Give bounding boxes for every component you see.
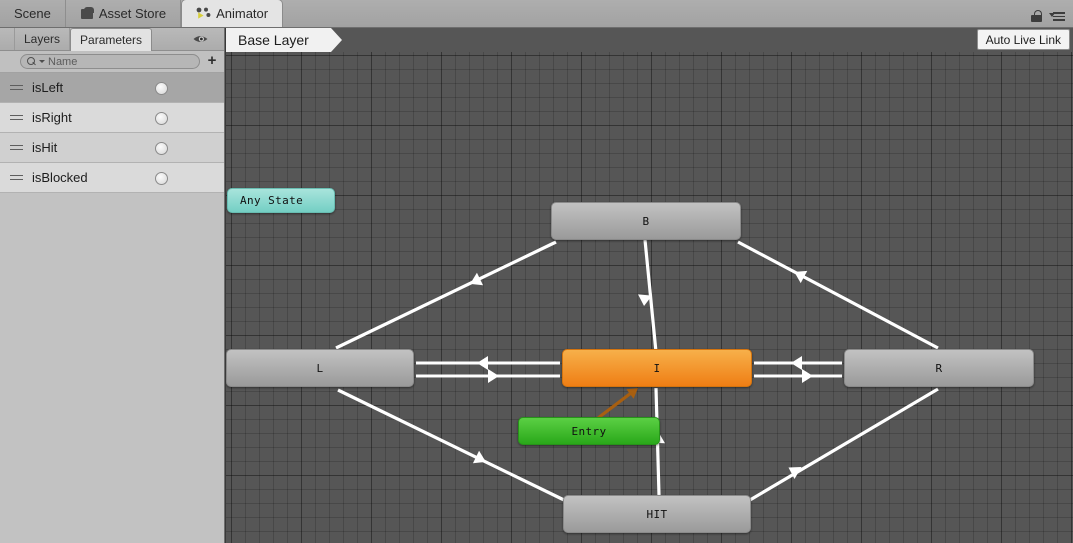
animator-graph-view[interactable]: Base Layer Auto Live Link Any State B L …	[226, 28, 1073, 543]
transition-l-to-hit[interactable]	[337, 388, 565, 502]
tab-asset-store[interactable]: Asset Store	[66, 0, 182, 27]
add-parameter-button[interactable]: +	[204, 53, 220, 70]
asset-store-icon	[80, 7, 94, 20]
state-label: R	[935, 361, 943, 375]
transition-l-to-b[interactable]	[335, 240, 557, 350]
drag-handle-icon[interactable]	[10, 144, 23, 152]
state-node-i[interactable]: I	[562, 349, 752, 387]
transition-l-to-i[interactable]	[416, 356, 560, 370]
scene-tab-label: Scene	[14, 6, 51, 21]
parameter-name: isBlocked	[32, 170, 88, 185]
state-node-hit[interactable]: HIT	[563, 495, 751, 533]
transition-r-to-i[interactable]	[754, 356, 842, 370]
state-node-r[interactable]: R	[844, 349, 1034, 387]
parameter-search-row: Name +	[0, 51, 224, 73]
auto-live-link-label: Auto Live Link	[985, 32, 1061, 47]
trigger-toggle-isright[interactable]	[155, 112, 168, 125]
parameter-row-isleft[interactable]: isLeft	[0, 73, 224, 103]
state-node-b[interactable]: B	[551, 202, 741, 240]
tab-scene[interactable]: Scene	[0, 0, 66, 27]
state-node-entry[interactable]: Entry	[518, 417, 660, 445]
animator-tab-label: Animator	[216, 6, 269, 21]
search-input[interactable]: Name	[20, 54, 200, 69]
state-label: Any State	[240, 194, 304, 207]
drag-handle-icon[interactable]	[10, 114, 23, 122]
drag-handle-icon[interactable]	[10, 84, 23, 92]
parameter-row-isblocked[interactable]: isBlocked	[0, 163, 224, 193]
transition-entry-to-i[interactable]	[597, 383, 642, 420]
breadcrumb-label: Base Layer	[238, 32, 309, 48]
transition-b-to-i[interactable]	[637, 239, 658, 353]
state-node-any-state[interactable]: Any State	[227, 188, 335, 213]
breadcrumb-bar: Base Layer Auto Live Link	[226, 28, 1073, 52]
transition-i-to-l[interactable]	[416, 369, 560, 383]
parameters-tab-label: Parameters	[80, 32, 143, 47]
tab-layers[interactable]: Layers	[14, 28, 71, 50]
window-controls	[1031, 10, 1073, 27]
animator-icon	[196, 7, 211, 20]
trigger-toggle-isblocked[interactable]	[155, 172, 168, 185]
tab-animator[interactable]: Animator	[181, 0, 284, 27]
transition-i-to-r[interactable]	[754, 369, 842, 383]
transitions-layer	[335, 239, 939, 502]
state-label: HIT	[646, 507, 668, 521]
trigger-toggle-isleft[interactable]	[155, 82, 168, 95]
trigger-toggle-ishit[interactable]	[155, 142, 168, 155]
parameter-row-ishit[interactable]: isHit	[0, 133, 224, 163]
tab-parameters[interactable]: Parameters	[70, 27, 153, 51]
transition-r-to-b[interactable]	[737, 240, 939, 350]
layers-tab-label: Layers	[24, 32, 61, 46]
state-label: Entry	[571, 424, 607, 438]
asset-store-tab-label: Asset Store	[98, 6, 167, 21]
state-label: I	[653, 361, 661, 375]
parameter-list: isLeft isRight isHit isBlocked	[0, 73, 224, 193]
hamburger-menu-icon[interactable]	[1049, 11, 1065, 21]
state-node-l[interactable]: L	[226, 349, 414, 387]
auto-live-link-button[interactable]: Auto Live Link	[976, 29, 1070, 50]
lock-icon[interactable]	[1031, 10, 1042, 22]
state-label: L	[316, 361, 324, 375]
editor-tab-bar: Scene Asset Store Animator	[0, 0, 1073, 28]
breadcrumb-base-layer[interactable]: Base Layer	[226, 28, 342, 52]
parameter-name: isHit	[32, 140, 58, 155]
search-placeholder: Name	[48, 55, 78, 68]
parameter-row-isright[interactable]: isRight	[0, 103, 224, 133]
graph-grid-canvas[interactable]: Any State B L I R Entry HIT	[226, 52, 1073, 543]
search-icon	[27, 57, 36, 66]
panel-tab-row: Layers Parameters	[0, 27, 224, 51]
parameters-panel: Layers Parameters Name + isLeft isRight …	[0, 27, 225, 543]
transition-hit-to-r[interactable]	[749, 387, 939, 502]
parameter-name: isRight	[32, 110, 72, 125]
eye-icon[interactable]	[192, 32, 210, 46]
chevron-down-icon	[39, 60, 45, 63]
parameter-name: isLeft	[32, 80, 64, 95]
drag-handle-icon[interactable]	[10, 174, 23, 182]
state-label: B	[642, 214, 650, 228]
